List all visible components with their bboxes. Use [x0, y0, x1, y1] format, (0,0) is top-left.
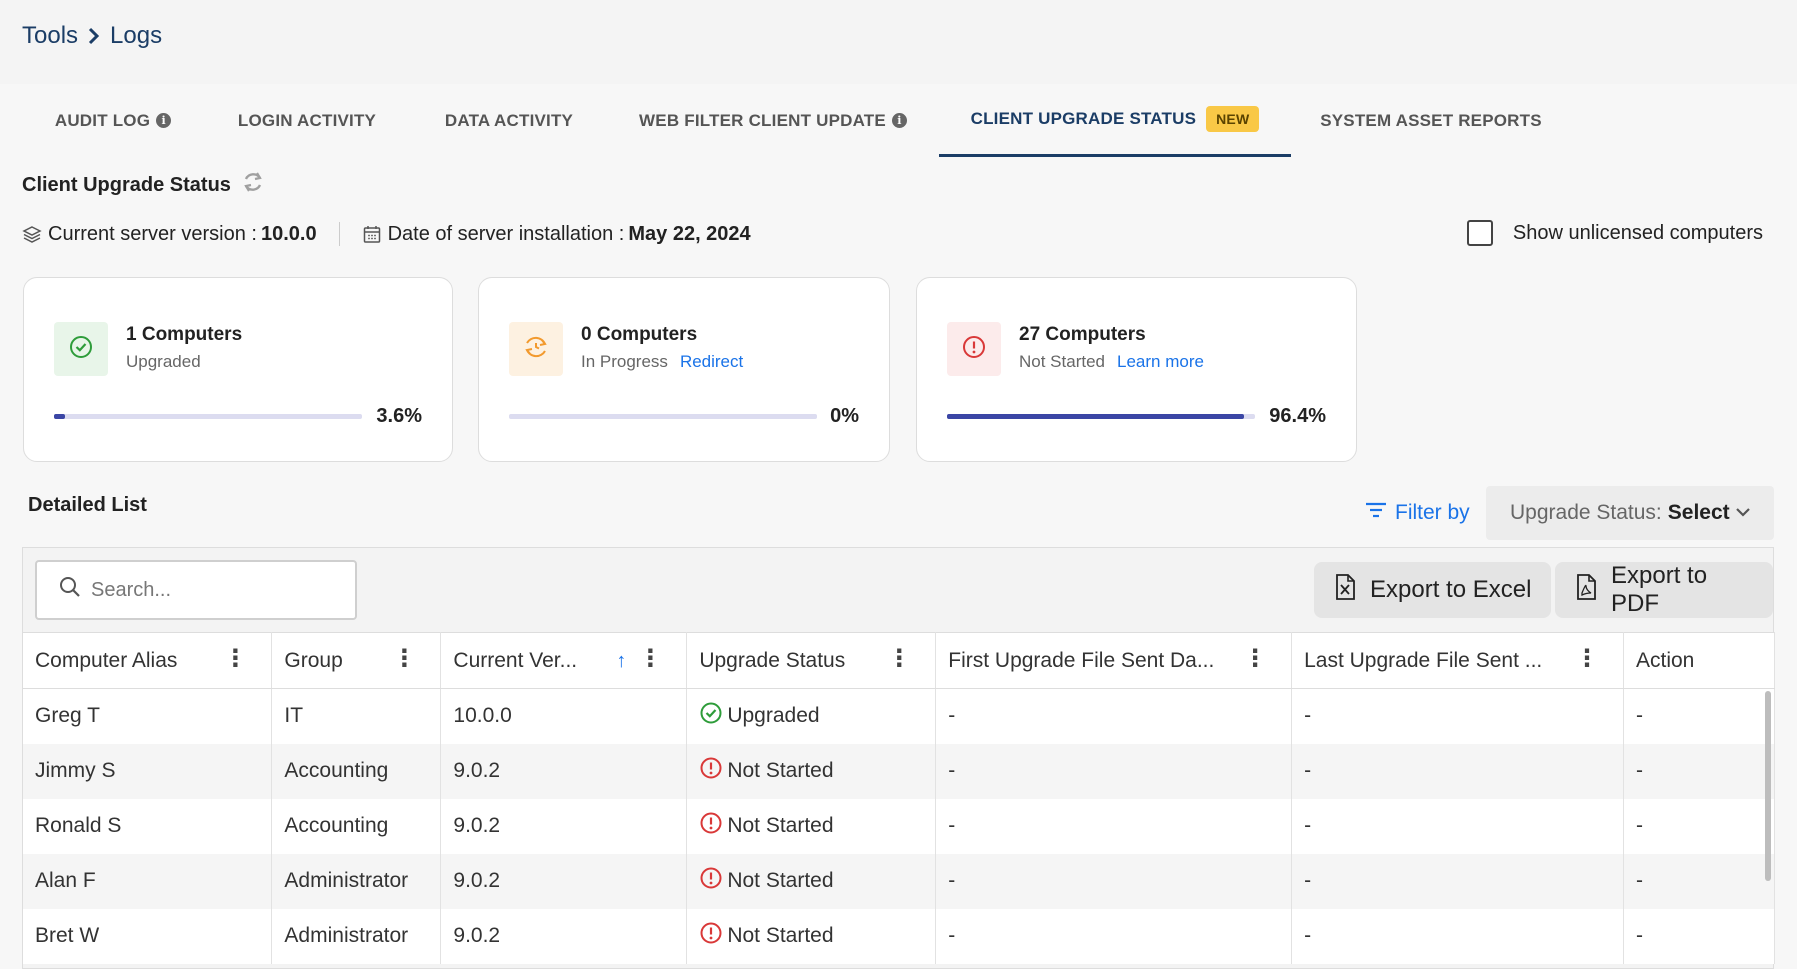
new-badge: NEW [1206, 106, 1260, 132]
calendar-icon [362, 224, 382, 244]
alert-circle-icon [699, 811, 723, 841]
detailed-list-title: Detailed List [28, 494, 147, 516]
column-header-group[interactable]: Group ⋮ [271, 632, 442, 689]
column-header-action[interactable]: Action [1623, 632, 1776, 689]
in-progress-count: 0 Computers [581, 324, 698, 345]
check-circle-icon [68, 334, 94, 365]
filter-icon [1365, 500, 1387, 526]
search-placeholder: Search... [91, 578, 172, 601]
not-started-label: Not Started [1019, 352, 1105, 371]
column-menu-icon[interactable]: ⋮ [1243, 647, 1267, 671]
not-started-percent: 96.4% [1269, 405, 1326, 427]
column-menu-icon[interactable]: ⋮ [392, 647, 416, 671]
divider [338, 222, 340, 246]
not-started-card: 27 Computers Not Started Learn more 96.4… [916, 277, 1357, 462]
table-row[interactable]: Jimmy S Accounting 9.0.2 Not Started - -… [23, 743, 1776, 799]
not-started-count: 27 Computers [1019, 324, 1146, 345]
breadcrumb-tools-link[interactable]: Tools [22, 22, 78, 50]
column-menu-icon[interactable]: ⋮ [887, 647, 911, 671]
status-upgraded: Upgraded [699, 701, 820, 731]
export-excel-button[interactable]: Export to Excel [1314, 562, 1552, 618]
table-row[interactable]: Ronald S Accounting 9.0.2 Not Started - … [23, 798, 1776, 854]
tab-login-activity[interactable]: LOGIN ACTIVITY [222, 84, 392, 157]
column-menu-icon[interactable]: ⋮ [1575, 647, 1599, 671]
upgraded-icon-box [54, 322, 108, 376]
tab-data-activity[interactable]: DATA ACTIVITY [428, 84, 590, 157]
server-version: 10.0.0 [260, 222, 317, 245]
not-started-icon-box [947, 322, 1001, 376]
upgraded-percent: 3.6% [376, 405, 422, 427]
column-header-upgrade-status[interactable]: Upgrade Status ⋮ [686, 632, 937, 689]
in-progress-progress-bar [509, 414, 817, 419]
show-unlicensed-toggle[interactable]: Show unlicensed computers [1466, 220, 1763, 246]
tab-bar: AUDIT LOG i LOGIN ACTIVITY DATA ACTIVITY… [0, 84, 1797, 157]
chevron-right-icon [86, 26, 102, 46]
breadcrumb: Tools Logs [22, 22, 162, 50]
alert-circle-icon [699, 756, 723, 786]
info-icon: i [891, 113, 907, 128]
pdf-file-icon [1575, 573, 1597, 607]
column-header-current-version[interactable]: Current Ver... ↑ ⋮ [440, 632, 688, 689]
upgraded-label: Upgraded [126, 352, 201, 371]
table-row[interactable]: Bret W Administrator 9.0.2 Not Started -… [23, 908, 1776, 964]
chevron-down-icon [1734, 501, 1752, 529]
info-icon: i [156, 113, 172, 128]
upgraded-progress-bar [54, 414, 362, 419]
table-row[interactable]: Greg T IT 10.0.0 Upgraded - - - [23, 688, 1776, 744]
column-header-computer-alias[interactable]: Computer Alias ⋮ [23, 632, 273, 689]
tab-web-filter-client-update[interactable]: WEB FILTER CLIENT UPDATE i [636, 84, 910, 157]
layers-icon [22, 224, 42, 244]
table-row[interactable]: Alan F Administrator 9.0.2 Not Started -… [23, 853, 1776, 909]
search-icon [59, 576, 81, 604]
upgraded-card: 1 Computers Upgraded 3.6% [23, 277, 453, 462]
sync-clock-icon [521, 332, 551, 367]
unlicensed-checkbox[interactable] [1466, 220, 1493, 246]
check-circle-icon [699, 701, 723, 731]
upgrade-status-select[interactable]: Upgrade Status: Select [1486, 486, 1774, 540]
server-info: Current server version : 10.0.0 Date of … [22, 222, 751, 246]
column-header-first-upgrade-file-sent[interactable]: First Upgrade File Sent Da... ⋮ [935, 632, 1293, 689]
table-header-row: Computer Alias ⋮ Group ⋮ Current Ver... ↑ ⋮ … [23, 632, 1776, 689]
tab-client-upgrade-status[interactable]: CLIENT UPGRADE STATUS NEW [939, 84, 1291, 157]
sort-ascending-icon[interactable]: ↑ [616, 650, 626, 673]
alert-circle-icon [699, 866, 723, 896]
in-progress-card: 0 Computers In Progress Redirect 0% [478, 277, 890, 462]
tab-audit-log[interactable]: AUDIT LOG i [36, 84, 190, 157]
alert-circle-icon [699, 921, 723, 951]
install-date: May 22, 2024 [628, 222, 751, 245]
alert-circle-icon [961, 334, 987, 365]
status-not-started: Not Started [699, 866, 834, 896]
column-header-last-upgrade-file-sent[interactable]: Last Upgrade File Sent ... ⋮ [1291, 632, 1624, 689]
status-not-started: Not Started [699, 921, 834, 951]
status-not-started: Not Started [699, 811, 834, 841]
learn-more-link[interactable]: Learn more [1117, 352, 1204, 372]
column-menu-icon[interactable]: ⋮ [638, 647, 662, 671]
redirect-link[interactable]: Redirect [680, 352, 743, 372]
column-menu-icon[interactable]: ⋮ [223, 647, 247, 671]
search-input[interactable]: Search... [35, 560, 357, 620]
detailed-list-table-container: Search... Export to Excel Export to PDF … [22, 547, 1776, 969]
progress-fill [947, 414, 1244, 419]
upgraded-count: 1 Computers [126, 324, 243, 345]
refresh-icon[interactable] [241, 170, 265, 200]
progress-fill [54, 414, 66, 419]
in-progress-percent: 0% [830, 405, 859, 427]
excel-file-icon [1334, 573, 1356, 607]
export-pdf-button[interactable]: Export to PDF [1555, 562, 1773, 618]
in-progress-icon-box [509, 322, 563, 376]
in-progress-label: In Progress [581, 352, 668, 371]
section-title: Client Upgrade Status [22, 170, 265, 200]
computers-table: Computer Alias ⋮ Group ⋮ Current Ver... ↑ ⋮ … [23, 632, 1776, 964]
status-not-started: Not Started [699, 756, 834, 786]
page: Tools Logs AUDIT LOG i LOGIN ACTIVITY DA… [0, 0, 1797, 969]
filter-by-button[interactable]: Filter by [1365, 500, 1470, 526]
breadcrumb-current: Logs [110, 22, 163, 49]
tab-system-asset-reports[interactable]: SYSTEM ASSET REPORTS [1310, 84, 1552, 157]
vertical-scrollbar[interactable] [1765, 691, 1771, 881]
not-started-progress-bar [947, 414, 1255, 419]
